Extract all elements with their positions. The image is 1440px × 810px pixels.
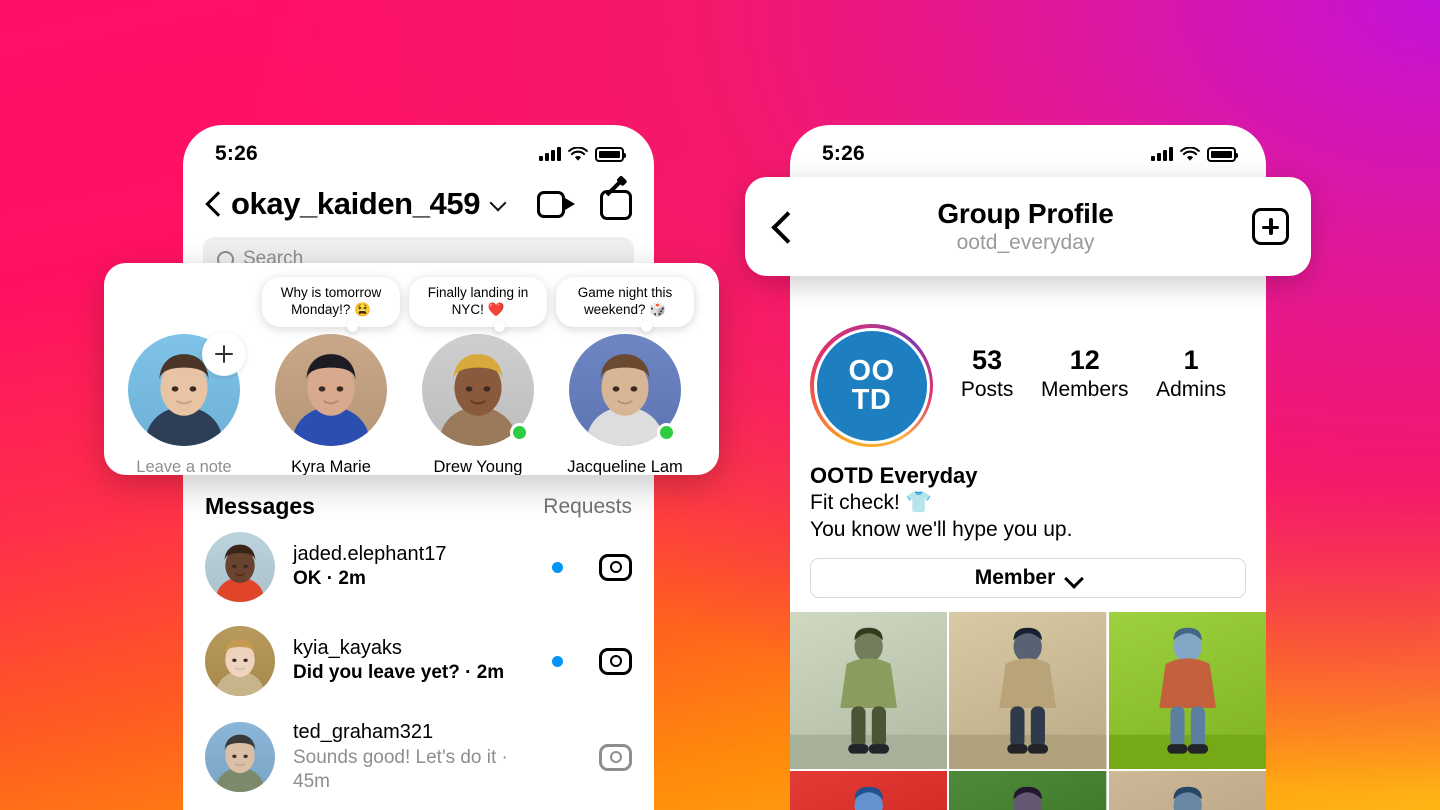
compose-new-message-icon[interactable] <box>600 178 632 220</box>
avatar <box>205 532 275 602</box>
add-note-icon[interactable] <box>202 331 246 376</box>
camera-icon[interactable] <box>599 647 632 675</box>
group-stats: 53 Posts 12 Members 1 Admins <box>933 324 1246 402</box>
message-text: jaded.elephant17 OK · 2m <box>293 542 534 592</box>
camera-icon[interactable] <box>599 743 632 771</box>
group-display-name: OOTD Everyday <box>810 463 978 488</box>
stat-item[interactable]: 53 Posts <box>960 345 1014 402</box>
group-bio-line-2: You know we'll hype you up. <box>810 517 1073 541</box>
messages-title: Messages <box>205 493 315 519</box>
note-avatar-wrap <box>275 333 387 446</box>
message-row[interactable]: kyia_kayaks Did you leave yet? · 2m <box>183 614 654 708</box>
camera-icon[interactable] <box>599 553 632 581</box>
message-username: jaded.elephant17 <box>293 542 447 565</box>
message-text: ted_graham321 Sounds good! Let's do it ·… <box>293 720 534 795</box>
message-row[interactable]: ted_graham321 Sounds good! Let's do it ·… <box>183 708 654 807</box>
unread-indicator-dot <box>552 561 563 573</box>
message-preview: Did you leave yet? · 2m <box>293 662 505 684</box>
post-grid <box>790 612 1266 810</box>
role-dropdown-label: Member <box>974 566 1056 590</box>
online-status-indicator <box>657 422 676 442</box>
avatar: OO TD <box>816 330 927 441</box>
note-avatar-wrap <box>569 333 681 446</box>
note-avatar-wrap <box>128 331 246 446</box>
chevron-down-icon <box>1065 572 1081 584</box>
status-time: 5:26 <box>215 142 258 165</box>
screenshot-stage: 5:26 okay_kaiden_459 Search Messages Req… <box>0 0 1440 810</box>
note-author-name: Kyra Marie <box>291 457 371 475</box>
stat-value: 1 <box>1183 345 1199 375</box>
avatar <box>205 626 275 696</box>
stat-value: 12 <box>1069 345 1100 375</box>
add-member-icon[interactable] <box>1252 208 1289 245</box>
stat-label: Members <box>1040 377 1129 401</box>
post-thumbnail[interactable] <box>949 612 1107 770</box>
stat-label: Admins <box>1156 377 1227 401</box>
left-status-bar: 5:26 <box>183 125 654 173</box>
status-icons <box>1151 146 1238 162</box>
note-item[interactable]: Finally landing in NYC! ❤️ Drew Young <box>409 277 547 475</box>
note-bubble[interactable]: Game night this weekend? 🎲 <box>556 277 694 332</box>
messages-section-header: Messages Requests <box>183 483 654 520</box>
page-title: Group Profile <box>937 198 1114 229</box>
group-handle: ootd_everyday <box>956 231 1095 254</box>
stat-value: 53 <box>972 345 1003 375</box>
note-bubble[interactable]: Why is tomorrow Monday!? 😫 <box>262 277 400 332</box>
message-text: kyia_kayaks Did you leave yet? · 2m <box>293 636 534 686</box>
avatar <box>205 722 275 793</box>
notes-tray-card: Leave a note Why is tomorrow Monday!? 😫 K… <box>104 263 719 475</box>
post-thumbnail[interactable] <box>1108 771 1266 810</box>
avatar-initials-line2: TD <box>851 383 892 416</box>
post-thumbnail[interactable] <box>1108 612 1266 770</box>
stat-label: Posts <box>960 377 1014 401</box>
message-preview: Sounds good! Let's do it · 45m <box>293 746 508 793</box>
battery-full-icon <box>1207 146 1238 162</box>
unread-indicator-dot <box>552 655 563 667</box>
avatar[interactable] <box>275 333 387 446</box>
battery-full-icon <box>595 146 626 162</box>
group-bio-line-1: Fit check! 👕 <box>810 491 932 514</box>
note-item[interactable]: Why is tomorrow Monday!? 😫 Kyra Marie <box>262 277 400 475</box>
group-profile-header-card: Group Profile ootd_everyday <box>745 177 1311 276</box>
online-status-indicator <box>510 422 529 442</box>
cellular-bars-icon <box>539 147 561 161</box>
chevron-down-icon[interactable] <box>489 195 507 213</box>
message-row[interactable]: jaded.elephant17 OK · 2m <box>183 520 654 614</box>
requests-link[interactable]: Requests <box>543 495 632 519</box>
direct-messages-header: okay_kaiden_459 <box>183 173 654 233</box>
right-status-bar: 5:26 <box>790 125 1266 173</box>
group-avatar-story-ring[interactable]: OO TD <box>810 324 933 447</box>
page-title: okay_kaiden_459 <box>231 186 481 221</box>
note-item[interactable]: Game night this weekend? 🎲 Jacqueline La… <box>556 277 694 475</box>
stat-item[interactable]: 1 Admins <box>1156 345 1227 402</box>
notes-row: Leave a note Why is tomorrow Monday!? 😫 K… <box>104 277 719 475</box>
status-icons <box>539 146 626 162</box>
note-avatar-wrap <box>422 333 534 446</box>
message-username: ted_graham321 <box>293 721 434 743</box>
message-preview: OK · 2m <box>293 568 366 590</box>
group-header-titles: Group Profile ootd_everyday <box>799 198 1252 255</box>
wifi-icon <box>568 146 588 161</box>
note-author-name: Leave a note <box>136 457 232 475</box>
post-thumbnail[interactable] <box>949 771 1107 810</box>
note-author-name: Drew Young <box>433 457 523 475</box>
note-author-name: Jacqueline Lam <box>567 457 683 475</box>
chevron-left-icon[interactable] <box>769 210 799 244</box>
cellular-bars-icon <box>1151 147 1173 161</box>
video-camera-icon[interactable] <box>537 190 575 218</box>
avatar-initials-line1: OO <box>848 355 895 388</box>
role-dropdown-button[interactable]: Member <box>810 558 1246 599</box>
message-username: kyia_kayaks <box>293 636 402 659</box>
stat-item[interactable]: 12 Members <box>1040 345 1129 402</box>
note-bubble[interactable]: Finally landing in NYC! ❤️ <box>409 277 547 332</box>
wifi-icon <box>1180 146 1200 161</box>
note-item[interactable]: Leave a note <box>128 287 246 475</box>
post-thumbnail[interactable] <box>790 612 948 770</box>
status-time: 5:26 <box>822 142 865 165</box>
messages-list: jaded.elephant17 OK · 2m kyia_kayaks Did… <box>183 520 654 810</box>
chevron-left-icon[interactable] <box>201 191 227 217</box>
post-thumbnail[interactable] <box>790 771 948 810</box>
